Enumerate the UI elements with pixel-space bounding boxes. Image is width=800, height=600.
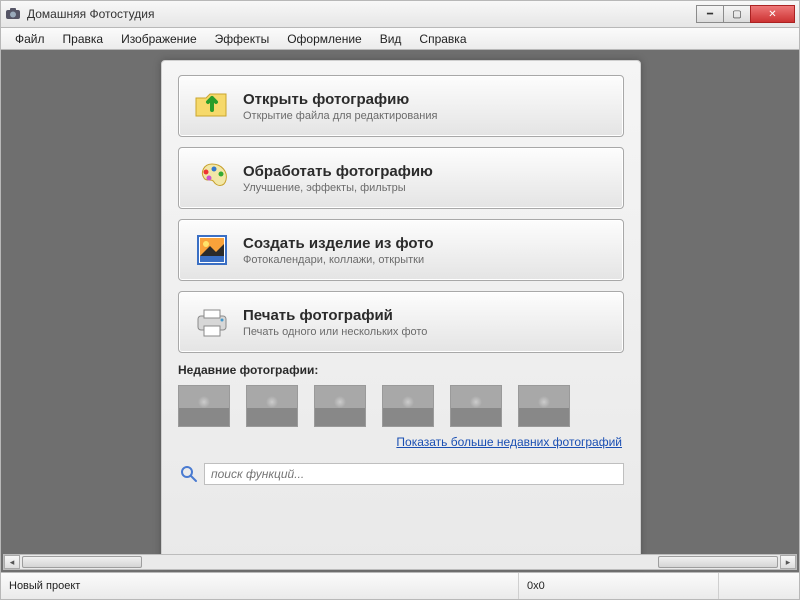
show-more-link[interactable]: Показать больше недавних фотографий	[178, 435, 622, 449]
scroll-left-button[interactable]: ◂	[4, 555, 20, 569]
titlebar: Домашняя Фотостудия ━ ▢ ✕	[0, 0, 800, 28]
menubar: Файл Правка Изображение Эффекты Оформлен…	[0, 28, 800, 50]
menu-effects[interactable]: Эффекты	[207, 30, 278, 48]
statusbar: Новый проект 0x0	[0, 572, 800, 600]
window-title: Домашняя Фотостудия	[27, 7, 697, 21]
recent-thumb[interactable]	[314, 385, 366, 427]
recent-thumb[interactable]	[382, 385, 434, 427]
workarea: Открыть фотографию Открытие файла для ре…	[0, 50, 800, 572]
close-button[interactable]: ✕	[750, 5, 795, 23]
printer-icon	[191, 301, 233, 343]
window-buttons: ━ ▢ ✕	[697, 5, 795, 23]
create-product-title: Создать изделие из фото	[243, 235, 434, 252]
minimize-button[interactable]: ━	[696, 5, 724, 23]
scroll-right-button[interactable]: ▸	[780, 555, 796, 569]
maximize-button[interactable]: ▢	[723, 5, 751, 23]
process-photo-button[interactable]: Обработать фотографию Улучшение, эффекты…	[178, 147, 624, 209]
menu-edit[interactable]: Правка	[55, 30, 112, 48]
open-photo-title: Открыть фотографию	[243, 91, 437, 108]
search-icon	[178, 463, 200, 485]
scroll-thumb[interactable]	[658, 556, 778, 568]
search-row	[178, 461, 624, 487]
create-product-button[interactable]: Создать изделие из фото Фотокалендари, к…	[178, 219, 624, 281]
open-photo-subtitle: Открытие файла для редактирования	[243, 110, 437, 122]
menu-help[interactable]: Справка	[411, 30, 474, 48]
recent-thumb[interactable]	[450, 385, 502, 427]
folder-open-icon	[191, 85, 233, 127]
scroll-thumb[interactable]	[22, 556, 142, 568]
recent-thumbnails	[178, 385, 624, 427]
search-input[interactable]	[204, 463, 624, 485]
welcome-panel: Открыть фотографию Открытие файла для ре…	[161, 60, 641, 565]
recent-photos-label: Недавние фотографии:	[178, 363, 624, 377]
menu-view[interactable]: Вид	[372, 30, 410, 48]
open-photo-button[interactable]: Открыть фотографию Открытие файла для ре…	[178, 75, 624, 137]
app-icon	[5, 6, 21, 22]
print-photos-subtitle: Печать одного или нескольких фото	[243, 326, 427, 338]
menu-image[interactable]: Изображение	[113, 30, 205, 48]
create-product-subtitle: Фотокалендари, коллажи, открытки	[243, 254, 434, 266]
process-photo-subtitle: Улучшение, эффекты, фильтры	[243, 182, 433, 194]
status-dimensions: 0x0	[519, 573, 719, 599]
print-photos-title: Печать фотографий	[243, 307, 427, 324]
recent-thumb[interactable]	[178, 385, 230, 427]
recent-thumb[interactable]	[246, 385, 298, 427]
recent-thumb[interactable]	[518, 385, 570, 427]
landscape-icon	[191, 229, 233, 271]
status-project: Новый проект	[1, 573, 519, 599]
menu-design[interactable]: Оформление	[279, 30, 369, 48]
print-photos-button[interactable]: Печать фотографий Печать одного или неск…	[178, 291, 624, 353]
horizontal-scrollbar[interactable]: ◂ ▸	[3, 554, 797, 570]
menu-file[interactable]: Файл	[7, 30, 53, 48]
status-extra	[719, 573, 799, 599]
process-photo-title: Обработать фотографию	[243, 163, 433, 180]
palette-icon	[191, 157, 233, 199]
